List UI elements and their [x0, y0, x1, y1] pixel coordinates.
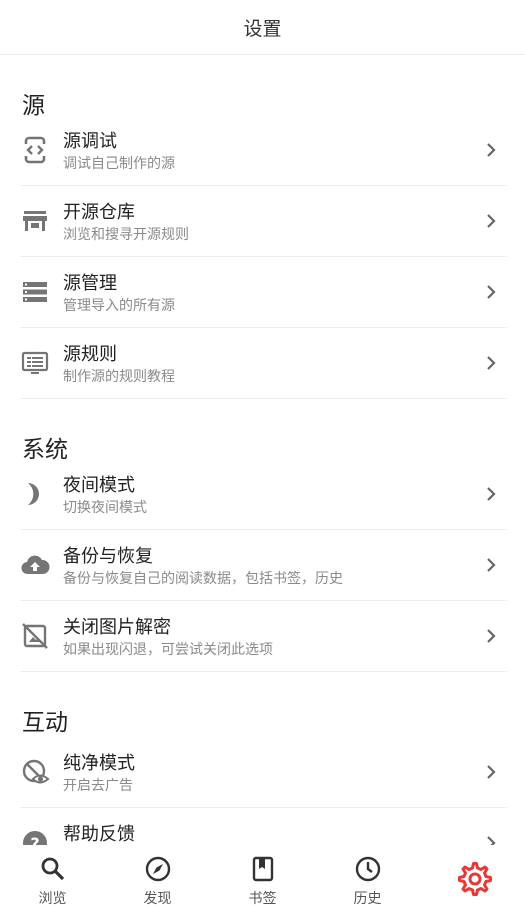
- setting-subtitle: 开启去广告: [63, 778, 133, 794]
- nav-item-bookmarks[interactable]: 书签: [210, 846, 315, 911]
- store-icon: [20, 206, 50, 236]
- setting-row-source-manage[interactable]: 源管理 管理导入的所有源: [20, 257, 507, 328]
- image-off-icon: [20, 621, 50, 651]
- help-circle-icon: ?: [20, 828, 50, 845]
- clock-icon: [355, 856, 381, 882]
- section-title-interact: 互动: [22, 710, 68, 736]
- settings-list[interactable]: 源 源调试 调试自己制作的源 开源仓库 浏览和搜寻开源规则 源管理 管理导入的所…: [0, 55, 525, 845]
- setting-title: 备份与恢复: [63, 546, 153, 567]
- nav-item-browse[interactable]: 浏览: [0, 846, 105, 911]
- setting-title: 开源仓库: [63, 202, 135, 223]
- setting-subtitle: 备份与恢复自己的阅读数据，包括书签，历史: [63, 571, 343, 587]
- setting-title: 帮助反馈: [63, 824, 135, 845]
- setting-row-image-decrypt[interactable]: 关闭图片解密 如果出现闪退，可尝试关闭此选项: [20, 601, 507, 672]
- monitor-text-icon: [20, 348, 50, 378]
- setting-row-help-feedback[interactable]: ? 帮助反馈: [20, 808, 507, 845]
- search-icon: [40, 856, 66, 882]
- setting-row-night-mode[interactable]: 夜间模式 切换夜间模式: [20, 459, 507, 530]
- chevron-right-icon: [481, 762, 501, 782]
- page-title: 设置: [243, 17, 282, 40]
- setting-subtitle: 管理导入的所有源: [63, 298, 175, 314]
- cloud-upload-icon: [20, 550, 50, 580]
- setting-subtitle: 浏览和搜寻开源规则: [63, 227, 189, 243]
- nav-label: 发现: [143, 891, 172, 907]
- chevron-right-icon: [481, 211, 501, 231]
- top-app-bar: 设置: [0, 0, 525, 55]
- nav-label: 浏览: [38, 891, 67, 907]
- chevron-right-icon: [481, 353, 501, 373]
- setting-subtitle: 调试自己制作的源: [63, 156, 175, 172]
- setting-subtitle: 制作源的规则教程: [63, 369, 175, 385]
- setting-title: 夜间模式: [63, 475, 135, 496]
- setting-title: 关闭图片解密: [63, 617, 171, 638]
- chevron-right-icon: [481, 484, 501, 504]
- bookmark-icon: [250, 856, 276, 882]
- setting-title: 纯净模式: [63, 753, 135, 774]
- nav-label: 书签: [248, 891, 277, 907]
- half-moon-icon: [20, 479, 50, 509]
- nav-item-settings[interactable]: [420, 846, 525, 911]
- setting-row-backup-restore[interactable]: 备份与恢复 备份与恢复自己的阅读数据，包括书签，历史: [20, 530, 507, 601]
- svg-text:?: ?: [30, 834, 39, 845]
- gear-icon: [458, 862, 492, 896]
- compass-icon: [145, 856, 171, 882]
- setting-row-pure-mode[interactable]: 纯净模式 开启去广告: [20, 737, 507, 808]
- chevron-right-icon: [481, 140, 501, 160]
- setting-title: 源管理: [63, 273, 117, 294]
- nav-item-discover[interactable]: 发现: [105, 846, 210, 911]
- code-debug-icon: [20, 135, 50, 165]
- nav-label: 历史: [353, 891, 382, 907]
- chevron-right-icon: [481, 282, 501, 302]
- nav-item-history[interactable]: 历史: [315, 846, 420, 911]
- setting-subtitle: 如果出现闪退，可尝试关闭此选项: [63, 642, 273, 658]
- setting-row-open-repo[interactable]: 开源仓库 浏览和搜寻开源规则: [20, 186, 507, 257]
- bottom-navigation: 浏览 发现 书签 历史: [0, 846, 525, 911]
- setting-subtitle: 切换夜间模式: [63, 500, 147, 516]
- chevron-right-icon: [481, 555, 501, 575]
- chevron-right-icon: [481, 833, 501, 845]
- eye-shield-icon: [20, 757, 50, 787]
- setting-title: 源规则: [63, 344, 117, 365]
- setting-row-source-rules[interactable]: 源规则 制作源的规则教程: [20, 328, 507, 399]
- storage-list-icon: [20, 277, 50, 307]
- setting-row-source-debug[interactable]: 源调试 调试自己制作的源: [20, 115, 507, 186]
- chevron-right-icon: [481, 626, 501, 646]
- setting-title: 源调试: [63, 131, 117, 152]
